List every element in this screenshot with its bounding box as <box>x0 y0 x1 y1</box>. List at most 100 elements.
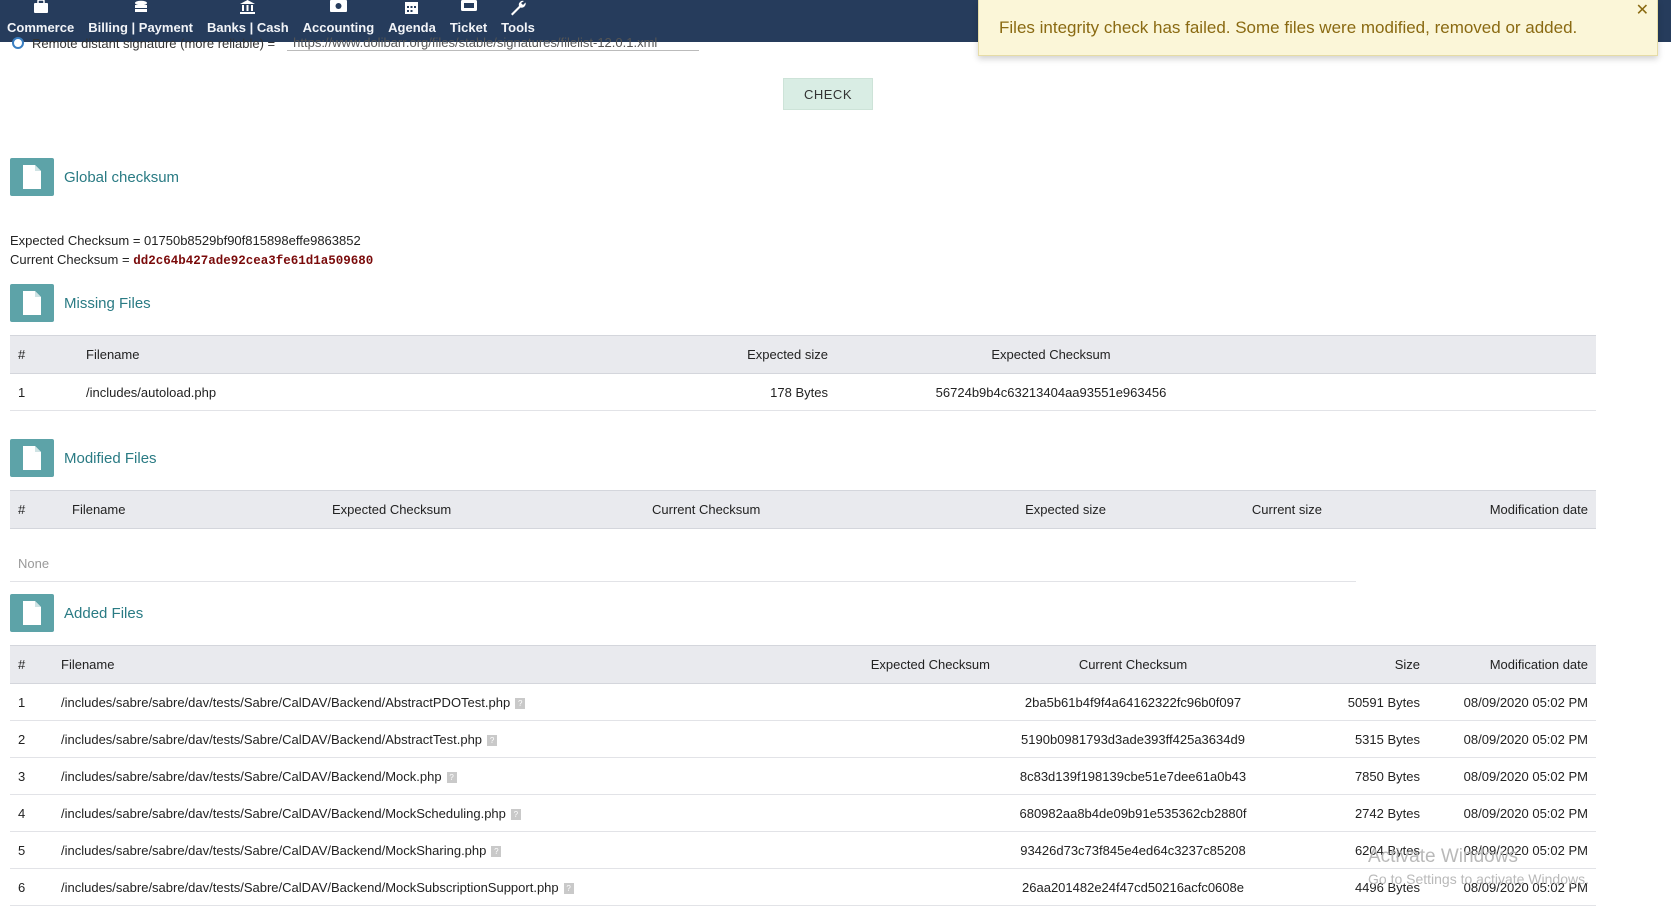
section-title-text: Missing Files <box>64 294 151 312</box>
column-header: Expected size <box>638 335 836 374</box>
added-files-table: # Filename Expected Checksum Current Che… <box>10 645 1596 906</box>
column-header: Filename <box>78 335 638 374</box>
column-header: # <box>10 335 78 374</box>
nav-item-label: Billing | Payment <box>88 20 193 35</box>
table-row: 1 /includes/autoload.php 178 Bytes 56724… <box>10 373 1596 411</box>
table-header-row: # Filename Expected size Expected Checks… <box>10 335 1596 374</box>
expected-checksum-cell <box>788 831 998 869</box>
added-files-section-title: Added Files <box>10 594 143 632</box>
expected-checksum-cell <box>788 757 998 795</box>
expected-checksum-cell: 56724b9b4c63213404aa93551e963456 <box>836 373 1266 411</box>
table-row: 5/includes/sabre/sabre/dav/tests/Sabre/C… <box>10 831 1596 869</box>
filename-cell: /includes/sabre/sabre/dav/tests/Sabre/Ca… <box>53 720 788 758</box>
help-icon[interactable]: ? <box>487 734 498 746</box>
column-header: Filename <box>64 490 324 529</box>
nav-item-label: Accounting <box>302 20 375 35</box>
money-icon <box>328 0 348 18</box>
expected-checksum-cell <box>788 683 998 721</box>
row-number: 1 <box>10 373 78 411</box>
nav-item-label: Agenda <box>388 20 436 35</box>
file-icon <box>10 158 54 196</box>
size-cell: 2742 Bytes <box>1268 794 1428 832</box>
column-header: Current Checksum <box>998 645 1268 684</box>
size-cell: 5315 Bytes <box>1268 720 1428 758</box>
briefcase-icon <box>31 0 51 18</box>
current-checksum-value: dd2c64b427ade92cea3fe61d1a509680 <box>133 254 374 268</box>
coins-icon <box>131 0 151 18</box>
file-icon <box>10 594 54 632</box>
size-cell: 50591 Bytes <box>1268 683 1428 721</box>
filename-text: /includes/sabre/sabre/dav/tests/Sabre/Ca… <box>61 842 487 858</box>
empty-cell <box>1266 373 1596 411</box>
filename-cell: /includes/sabre/sabre/dav/tests/Sabre/Ca… <box>53 831 788 869</box>
help-icon[interactable]: ? <box>510 808 521 820</box>
column-header: Expected Checksum <box>324 490 644 529</box>
signature-radio[interactable] <box>12 37 24 49</box>
signature-url-field[interactable]: https://www.dolibarr.org/files/stable/si… <box>287 35 700 51</box>
current-checksum-cell: 93426d73c73f845e4ed64c3237c85208 <box>998 831 1268 869</box>
row-number: 6 <box>10 868 53 906</box>
table-row: 4/includes/sabre/sabre/dav/tests/Sabre/C… <box>10 794 1596 832</box>
column-header: # <box>10 490 64 529</box>
expected-checksum-cell <box>788 868 998 906</box>
ticket-icon <box>459 0 479 18</box>
check-button[interactable]: CHECK <box>783 78 873 110</box>
table-row: 1/includes/sabre/sabre/dav/tests/Sabre/C… <box>10 683 1596 721</box>
help-icon[interactable]: ? <box>515 697 526 709</box>
modification-date-cell: 08/09/2020 05:02 PM <box>1428 683 1596 721</box>
size-cell: 7850 Bytes <box>1268 757 1428 795</box>
section-title-text: Global checksum <box>64 168 180 186</box>
integrity-error-toast: Files integrity check has failed. Some f… <box>978 0 1658 56</box>
remote-signature-option[interactable]: Remote distant signature (more reliable)… <box>12 34 700 52</box>
current-checksum-cell: 2ba5b61b4f9f4a64162322fc96b0f097 <box>998 683 1268 721</box>
current-checksum-cell: 5190b0981793d3ade393ff425a3634d9 <box>998 720 1268 758</box>
expected-checksum-value: 01750b8529bf90f815898effe9863852 <box>144 233 361 248</box>
signature-label: Remote distant signature (more reliable)… <box>32 35 276 51</box>
current-checksum-label: Current Checksum = <box>10 252 134 267</box>
nav-item-label: Ticket <box>449 20 488 35</box>
table-row: 2/includes/sabre/sabre/dav/tests/Sabre/C… <box>10 720 1596 758</box>
modification-date-cell: 08/09/2020 05:02 PM <box>1428 720 1596 758</box>
table-header-row: # Filename Expected Checksum Current Che… <box>10 645 1596 684</box>
expected-size-cell: 178 Bytes <box>638 373 836 411</box>
nav-item-label: Tools <box>501 20 535 35</box>
activation-watermark: Activate Windows Go to Settings to activ… <box>1368 846 1589 890</box>
column-header: Expected size <box>964 490 1114 529</box>
checksum-values: Expected Checksum = 01750b8529bf90f81589… <box>10 231 373 271</box>
toast-message: Files integrity check has failed. Some f… <box>999 17 1578 37</box>
missing-files-section-title: Missing Files <box>10 284 151 322</box>
expected-checksum-cell <box>788 720 998 758</box>
table-header-row: # Filename Expected Checksum Current Che… <box>10 490 1596 529</box>
current-checksum-cell: 26aa201482e24f47cd50216acfc0608e <box>998 868 1268 906</box>
column-header: Modification date <box>1330 490 1596 529</box>
row-number: 1 <box>10 683 53 721</box>
close-icon[interactable]: ✕ <box>1636 0 1649 20</box>
file-icon <box>10 284 54 322</box>
global-checksum-section-title: Global checksum <box>10 158 179 196</box>
help-icon[interactable]: ? <box>446 771 457 783</box>
file-icon <box>10 439 54 477</box>
section-title-text: Added Files <box>64 604 144 622</box>
column-header: Current size <box>1114 490 1330 529</box>
nav-item-label: Commerce <box>7 20 75 35</box>
column-header: Expected Checksum <box>788 645 998 684</box>
column-header: Filename <box>53 645 788 684</box>
watermark-subtitle: Go to Settings to activate Windows. <box>1368 871 1589 887</box>
filename-cell: /includes/autoload.php <box>78 373 638 411</box>
watermark-title: Activate Windows <box>1368 846 1518 867</box>
row-number: 3 <box>10 757 53 795</box>
row-number: 5 <box>10 831 53 869</box>
column-header: Modification date <box>1428 645 1596 684</box>
wrench-icon <box>508 0 528 18</box>
modified-files-section-title: Modified Files <box>10 439 157 477</box>
column-header: # <box>10 645 53 684</box>
filename-text: /includes/sabre/sabre/dav/tests/Sabre/Ca… <box>61 805 506 821</box>
help-icon[interactable]: ? <box>563 882 574 894</box>
table-row: 3/includes/sabre/sabre/dav/tests/Sabre/C… <box>10 757 1596 795</box>
help-icon[interactable]: ? <box>491 845 502 857</box>
row-number: 2 <box>10 720 53 758</box>
column-header: Expected Checksum <box>836 335 1266 374</box>
nav-item-label: Banks | Cash <box>206 20 289 35</box>
filename-cell: /includes/sabre/sabre/dav/tests/Sabre/Ca… <box>53 868 788 906</box>
expected-checksum-label: Expected Checksum = <box>10 233 145 248</box>
